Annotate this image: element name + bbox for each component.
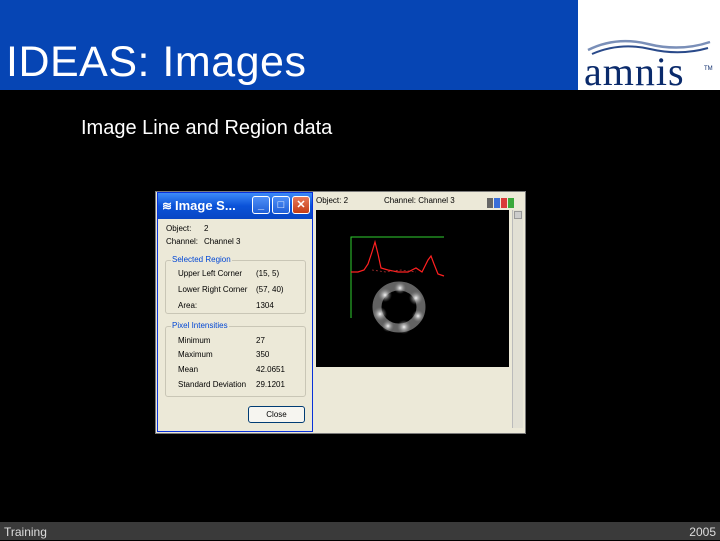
upper-left-label: Upper Left Corner bbox=[178, 269, 243, 278]
std-dev-label: Standard Deviation bbox=[178, 380, 247, 389]
logo-wordmark: amnis bbox=[584, 49, 685, 94]
viewer-scrollbar[interactable] bbox=[512, 210, 523, 428]
footer-left-text: Training bbox=[4, 525, 47, 539]
footer-right-text: 2005 bbox=[689, 525, 716, 539]
intensity-profile-line bbox=[351, 239, 445, 277]
object-value: 2 bbox=[204, 224, 209, 233]
viewer-object-label: Object: 2 bbox=[316, 196, 349, 205]
selected-region-legend: Selected Region bbox=[171, 255, 232, 265]
dialog-titlebar[interactable]: ≋ Image S... _ □ ✕ bbox=[158, 193, 312, 219]
image-statistics-dialog[interactable]: ≋ Image S... _ □ ✕ Object: 2 Channel: Ch… bbox=[157, 192, 313, 432]
mean-value: 42.0651 bbox=[256, 365, 285, 374]
close-button[interactable]: Close bbox=[248, 406, 305, 423]
minimum-value: 27 bbox=[256, 336, 265, 345]
minimum-label: Minimum bbox=[178, 336, 211, 345]
channel-value: Channel 3 bbox=[204, 237, 241, 246]
blue-channel-icon[interactable] bbox=[494, 198, 500, 208]
close-window-button[interactable]: ✕ bbox=[292, 196, 310, 214]
maximum-label: Maximum bbox=[178, 350, 213, 359]
pixel-intensities-group: Pixel Intensities Minimum 27 Maximum 350… bbox=[165, 321, 306, 397]
viewer-header: Object: 2 Channel: Channel 3 bbox=[316, 196, 516, 210]
object-label: Object: bbox=[166, 224, 192, 233]
minimize-button[interactable]: _ bbox=[252, 196, 270, 214]
viewer-channel-label: Channel: Channel 3 bbox=[384, 196, 455, 205]
slide-title: IDEAS: Images bbox=[6, 38, 307, 86]
slide-subtitle: Image Line and Region data bbox=[81, 117, 333, 139]
upper-left-value: (15, 5) bbox=[256, 269, 280, 278]
dialog-title: Image S... bbox=[175, 198, 236, 213]
red-channel-icon[interactable] bbox=[501, 198, 507, 208]
std-dev-value: 29.1201 bbox=[256, 380, 285, 389]
lower-right-value: (57, 40) bbox=[256, 285, 284, 294]
scroll-up-arrow[interactable] bbox=[514, 211, 522, 219]
selected-region-group: Selected Region Upper Left Corner (15, 5… bbox=[165, 255, 306, 314]
mean-label: Mean bbox=[178, 365, 199, 374]
area-label: Area: bbox=[178, 301, 198, 310]
cell-ring bbox=[372, 281, 426, 334]
maximum-value: 350 bbox=[256, 350, 270, 359]
region-box[interactable] bbox=[350, 236, 444, 318]
slide-footer: Training 2005 bbox=[0, 522, 720, 540]
lower-right-label: Lower Right Corner bbox=[178, 285, 248, 294]
grid-icon[interactable] bbox=[487, 198, 493, 208]
viewer-toolbar[interactable] bbox=[487, 195, 519, 208]
app-icon: ≋ bbox=[162, 199, 173, 213]
slide-title-bar: IDEAS: Images bbox=[0, 0, 578, 90]
pixel-intensities-legend: Pixel Intensities bbox=[171, 321, 229, 331]
maximize-button[interactable]: □ bbox=[272, 196, 290, 214]
logo-trademark: TM bbox=[704, 66, 713, 72]
company-logo: amnis TM bbox=[578, 0, 720, 94]
green-channel-icon[interactable] bbox=[508, 198, 514, 208]
area-value: 1304 bbox=[256, 301, 274, 310]
cell-image[interactable] bbox=[316, 210, 509, 367]
channel-label: Channel: bbox=[166, 237, 199, 246]
